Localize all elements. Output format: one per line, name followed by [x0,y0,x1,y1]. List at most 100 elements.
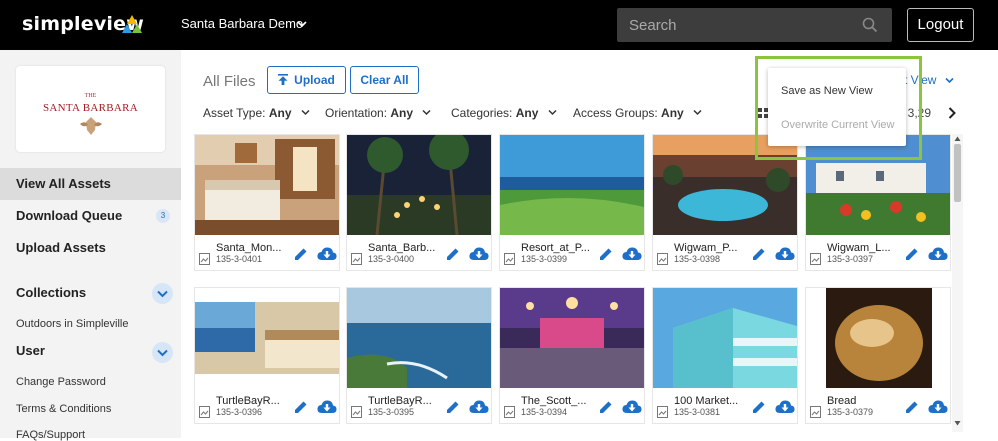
scroll-down-icon[interactable] [954,420,961,426]
search-icon[interactable] [862,17,878,33]
filter-value: Any [661,106,684,120]
asset-card[interactable]: Bread 135-3-0379 [805,287,951,424]
brand-logo-card: THE SANTA BARBARA [16,66,165,152]
download-icon[interactable] [775,246,795,262]
collections-toggle[interactable] [152,283,173,304]
upload-button[interactable]: Upload [267,66,346,94]
highlight-outline [755,56,922,160]
sidebar-item-label: View All Assets [16,176,111,191]
palm-night-image [347,135,491,235]
asset-id: 135-3-0397 [827,254,874,264]
chevron-down-icon [157,290,168,298]
download-icon[interactable] [317,246,337,262]
asset-id: 135-3-0394 [521,407,568,417]
asset-name: TurtleBayR... [216,395,280,407]
filter-label: Orientation: [325,106,388,120]
sidebar-item-download-queue[interactable]: Download Queue 3 [0,200,181,232]
brand-name: SANTA BARBARA [42,102,138,114]
asset-thumbnail[interactable] [500,288,644,388]
edit-icon[interactable] [599,400,613,414]
download-icon[interactable] [928,246,948,262]
change-password-link[interactable]: Change Password [16,376,106,388]
chevron-down-icon [422,109,431,116]
asset-thumbnail[interactable] [195,288,339,388]
asset-card[interactable]: The_Scott_... 135-3-0394 [499,287,645,424]
edit-icon[interactable] [446,247,460,261]
user-toggle[interactable] [152,342,173,363]
ocean-sunset-image [347,288,491,388]
collection-link[interactable]: Outdoors in Simpleville [16,318,129,330]
brand-crest-icon [80,117,102,135]
chevron-down-icon [693,109,702,116]
asset-card[interactable]: Resort_at_P... 135-3-0399 [499,134,645,271]
search-box [617,8,892,42]
chevron-right-icon[interactable] [948,107,956,119]
asset-card[interactable]: TurtleBayR... 135-3-0396 [194,287,340,424]
hotel-room-image [195,135,339,235]
edit-icon[interactable] [752,247,766,261]
faq-link[interactable]: FAQs/Support [16,429,85,441]
download-icon[interactable] [317,399,337,415]
edit-icon[interactable] [294,400,308,414]
asset-thumbnail[interactable] [500,135,644,235]
image-file-icon [504,406,515,418]
asset-card[interactable]: Santa_Mon... 135-3-0401 [194,134,340,271]
asset-id: 135-3-0399 [521,254,568,264]
filter-label: Asset Type: [203,106,266,120]
edit-icon[interactable] [294,247,308,261]
site-selector[interactable]: Santa Barbara Demo [181,16,303,31]
image-file-icon [657,253,668,265]
asset-name: Santa_Mon... [216,242,282,254]
filter-access-groups[interactable]: Access Groups: Any [573,106,702,120]
scrollbar-thumb[interactable] [954,144,961,202]
asset-thumbnail[interactable] [806,288,950,388]
filter-label: Categories: [451,106,513,120]
edit-icon[interactable] [599,247,613,261]
filter-value: Any [268,106,292,120]
asset-thumbnail[interactable] [347,288,491,388]
clear-all-button[interactable]: Clear All [350,66,419,94]
asset-card[interactable]: 100 Market... 135-3-0381 [652,287,798,424]
asset-thumbnail[interactable] [653,288,797,388]
image-file-icon [351,406,362,418]
image-file-icon [657,406,668,418]
edit-icon[interactable] [905,247,919,261]
edit-icon[interactable] [752,400,766,414]
upload-icon [278,74,289,85]
edit-icon[interactable] [905,400,919,414]
download-icon[interactable] [775,399,795,415]
download-icon[interactable] [928,399,948,415]
sidebar-item-view-all-assets[interactable]: View All Assets [0,168,181,200]
download-icon[interactable] [622,246,642,262]
asset-thumbnail[interactable] [347,135,491,235]
chevron-down-icon [301,109,310,116]
filter-label: Access Groups: [573,106,658,120]
asset-card[interactable]: TurtleBayR... 135-3-0395 [346,287,492,424]
download-icon[interactable] [622,399,642,415]
logo-mark-icon [122,15,142,33]
download-icon[interactable] [469,399,489,415]
logout-button[interactable]: Logout [907,8,974,42]
golf-course-image [500,135,644,235]
asset-card[interactable]: Santa_Barb... 135-3-0400 [346,134,492,271]
download-icon[interactable] [469,246,489,262]
image-file-icon [199,406,210,418]
filter-orientation[interactable]: Orientation: Any [325,106,431,120]
image-file-icon [810,406,821,418]
asset-name: Wigwam_P... [674,242,738,254]
chevron-down-icon[interactable] [296,18,308,30]
collections-heading: Collections [16,285,87,300]
sidebar-item-upload-assets[interactable]: Upload Assets [0,232,181,264]
asset-id: 135-3-0398 [674,254,721,264]
filter-asset-type[interactable]: Asset Type: Any [203,106,310,120]
building-image [653,288,797,388]
filter-categories[interactable]: Categories: Any [451,106,557,120]
asset-thumbnail[interactable] [195,135,339,235]
scroll-up-icon[interactable] [954,136,961,142]
terms-link[interactable]: Terms & Conditions [16,403,111,415]
page-title: All Files [203,73,256,90]
chevron-down-icon [548,109,557,116]
search-input[interactable] [629,15,849,35]
sidebar-item-label: Download Queue [16,208,123,223]
edit-icon[interactable] [446,400,460,414]
